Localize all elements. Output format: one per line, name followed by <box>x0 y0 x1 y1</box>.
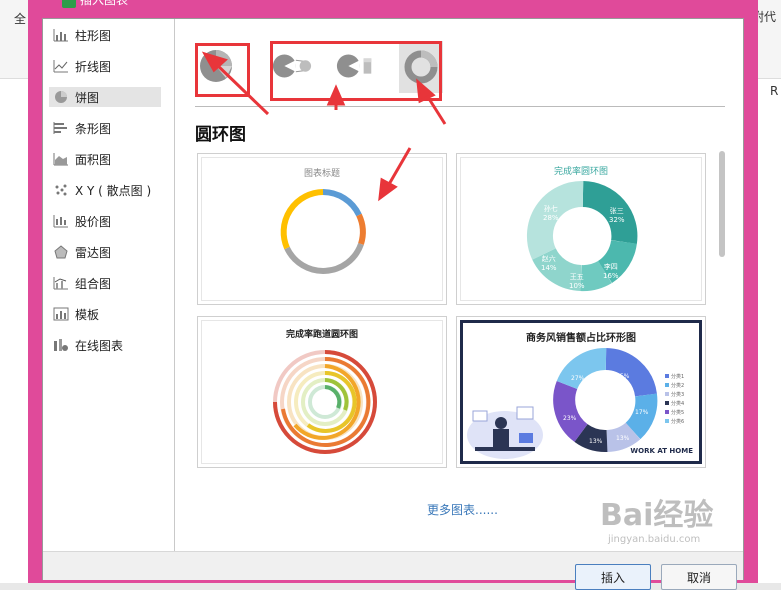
sidebar-item-column[interactable]: 柱形图 <box>49 25 161 45</box>
template-icon <box>53 307 69 321</box>
card-inner: 图表标题 <box>201 157 443 301</box>
legend-item: 分类4 <box>665 400 684 409</box>
work-at-home-illustration <box>467 406 543 459</box>
sidebar-item-label: 面积图 <box>75 152 112 167</box>
sidebar-item-pie[interactable]: 饼图 <box>49 87 161 107</box>
card-inner: 完成率跑道圆环图 <box>201 320 443 464</box>
card-title: 图表标题 <box>303 169 340 179</box>
slice-label: 13% <box>616 435 630 442</box>
chart-main-panel: 圆环图 图表标题 完成率圆环图 张三 32% 李四 16% 王五 10% 赵六 … <box>175 19 743 551</box>
pie-chart-icon <box>55 91 67 103</box>
template-card-business-ring[interactable]: 商务风销售额占比环形图 25% 17% 13% 13% 23% 27% 分类1 … <box>456 316 706 468</box>
sidebar-item-scatter[interactable]: X Y ( 散点图 ) <box>49 180 161 200</box>
column-chart-icon <box>53 29 68 42</box>
doughnut-preview <box>280 189 366 274</box>
sidebar-item-area[interactable]: 面积图 <box>49 149 161 169</box>
radar-chart-icon <box>54 245 68 259</box>
legend-item: 分类5 <box>665 409 684 418</box>
toolbar-left-text[interactable]: 全 <box>14 10 26 27</box>
legend-item: 分类6 <box>665 418 684 427</box>
annotation-box-pie <box>195 43 250 97</box>
sidebar-item-label: 折线图 <box>75 59 112 74</box>
insert-button[interactable]: 插入 <box>575 564 651 590</box>
slice-label: 王五 10% <box>569 273 585 290</box>
work-at-home-badge: WORK AT HOME <box>630 447 693 455</box>
sidebar-item-radar[interactable]: 雷达图 <box>49 242 161 262</box>
template-card-doughnut[interactable]: 图表标题 <box>197 153 447 305</box>
area-chart-icon <box>53 153 68 166</box>
cancel-button[interactable]: 取消 <box>661 564 737 590</box>
sidebar-item-label: 在线图表 <box>75 338 124 353</box>
sidebar-item-line[interactable]: 折线图 <box>49 56 161 76</box>
legend-item: 分类1 <box>665 373 684 382</box>
annotation-box-subtypes <box>270 41 442 101</box>
section-title: 圆环图 <box>195 125 246 145</box>
sidebar-item-template[interactable]: 模板 <box>49 304 161 324</box>
slice-label: 赵六 14% <box>541 255 557 272</box>
online-chart-icon <box>54 339 68 351</box>
slice-label: 李四 16% <box>603 263 619 280</box>
card-title: 商务风销售额占比环形图 <box>526 333 636 344</box>
sidebar-item-combo[interactable]: 组合图 <box>49 273 161 293</box>
sidebar-item-label: 雷达图 <box>75 245 112 260</box>
slice-label: 25% <box>616 373 630 380</box>
card-inner: 完成率圆环图 张三 32% 李四 16% 王五 10% 赵六 14% 孙七 28… <box>460 157 702 301</box>
line-chart-icon <box>53 60 68 73</box>
sidebar-item-label: 模板 <box>75 307 100 322</box>
dialog-titlebar: 插入图表 <box>62 0 182 10</box>
legend: 分类1 分类2 分类3 分类4 分类5 分类6 <box>665 373 684 427</box>
stock-chart-icon <box>53 215 68 228</box>
slice-label: 23% <box>563 415 577 422</box>
template-scrollbar[interactable] <box>719 151 725 257</box>
card-inner: 商务风销售额占比环形图 25% 17% 13% 13% 23% 27% 分类1 … <box>460 320 702 464</box>
sidebar-item-label: 饼图 <box>75 90 100 105</box>
template-card-track-ring[interactable]: 完成率跑道圆环图 <box>197 316 447 468</box>
business-ring-preview <box>553 348 658 452</box>
combo-chart-icon <box>53 277 68 290</box>
template-card-completion-ring[interactable]: 完成率圆环图 张三 32% 李四 16% 王五 10% 赵六 14% 孙七 28… <box>456 153 706 305</box>
slice-label: 张三 32% <box>609 207 625 224</box>
sidebar-item-stock[interactable]: 股价图 <box>49 211 161 231</box>
bar-chart-icon <box>53 122 67 134</box>
column-header-r: R <box>770 84 779 98</box>
more-charts-link[interactable]: 更多图表...... <box>427 501 498 518</box>
sidebar-item-label: 组合图 <box>75 276 112 291</box>
dialog-title: 插入图表 <box>80 0 129 7</box>
slice-label: 17% <box>635 409 649 416</box>
carousel-dots <box>315 296 335 304</box>
app-icon <box>62 0 76 8</box>
sidebar-item-label: 条形图 <box>75 121 112 136</box>
legend-item: 分类3 <box>665 391 684 400</box>
sidebar-item-online[interactable]: 在线图表 <box>49 335 161 355</box>
slice-label: 孙七 28% <box>543 205 559 222</box>
card-title: 完成率跑道圆环图 <box>285 330 358 340</box>
slice-label: 27% <box>571 375 585 382</box>
scatter-chart-icon <box>55 184 67 196</box>
subtype-divider <box>195 106 725 107</box>
legend-item: 分类2 <box>665 382 684 391</box>
sidebar-item-label: X Y ( 散点图 ) <box>75 183 152 198</box>
chart-type-sidebar: 柱形图 折线图 饼图 条形图 面积图 X Y ( 散点图 ) 股价图 雷达图 组… <box>43 19 175 551</box>
sidebar-item-bar[interactable]: 条形图 <box>49 118 161 138</box>
track-ring-preview <box>273 350 377 454</box>
baidu-jingyan-watermark: Bai经验 jingyan.baidu.com <box>600 498 714 545</box>
sidebar-item-label: 股价图 <box>75 214 112 229</box>
slice-label: 13% <box>589 438 603 445</box>
sidebar-item-label: 柱形图 <box>75 28 112 43</box>
